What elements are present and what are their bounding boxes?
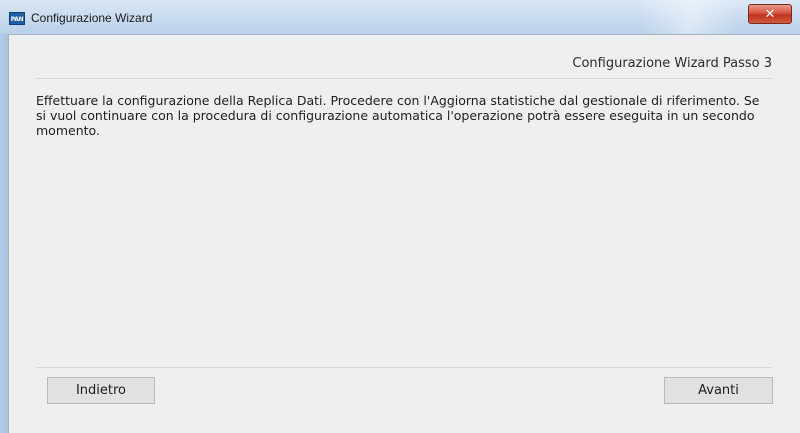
step-description: Effettuare la configurazione della Repli… <box>36 93 760 138</box>
window-title: Configurazione Wizard <box>31 11 153 25</box>
app-icon: PAN <box>9 12 25 25</box>
close-icon: ✕ <box>764 6 776 22</box>
wizard-window: PAN Configurazione Wizard ✕ Configurazio… <box>0 0 800 433</box>
close-button[interactable]: ✕ <box>748 4 792 24</box>
next-button[interactable]: Avanti <box>664 377 773 404</box>
back-button[interactable]: Indietro <box>47 377 155 404</box>
title-bar-glow <box>640 0 740 34</box>
window-left-border <box>0 34 8 433</box>
footer-divider <box>36 367 772 368</box>
step-title: Configurazione Wizard Passo 3 <box>572 56 772 71</box>
header-divider <box>36 78 772 79</box>
title-bar[interactable]: PAN Configurazione Wizard ✕ <box>0 0 800 34</box>
